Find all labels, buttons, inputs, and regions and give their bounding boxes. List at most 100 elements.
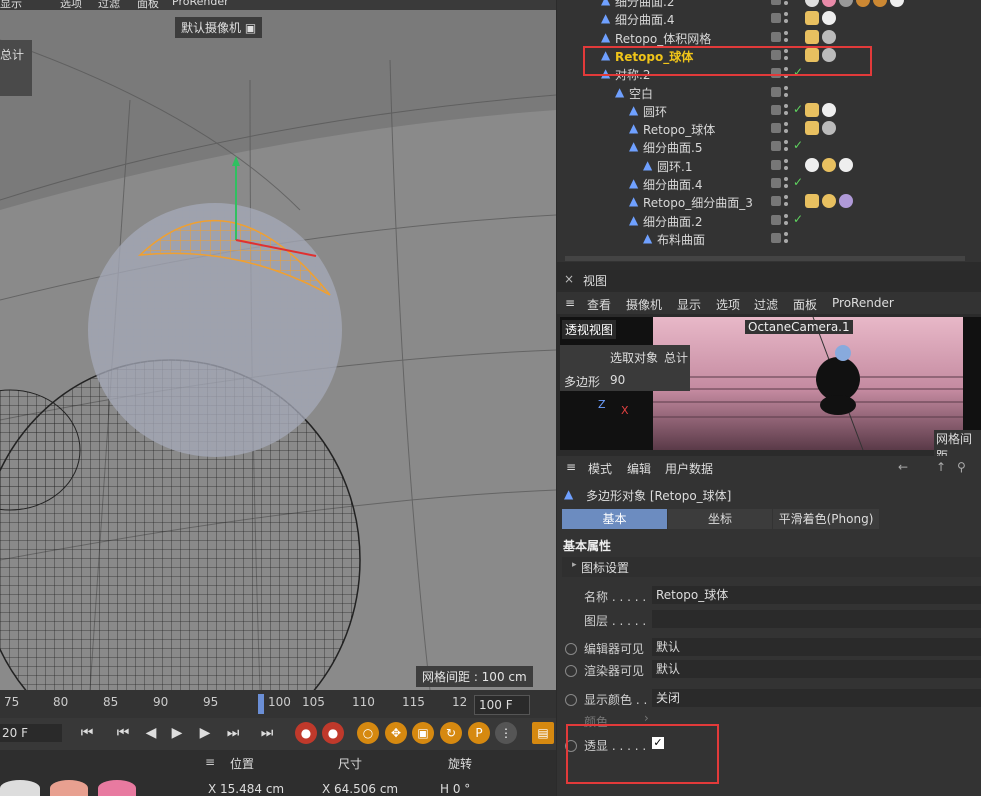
tag-icon[interactable] xyxy=(873,0,887,7)
editor-dot[interactable] xyxy=(784,12,788,17)
visibility-toggle[interactable] xyxy=(771,232,781,243)
menu-edit[interactable]: 编辑 xyxy=(627,460,651,477)
visibility-toggle[interactable] xyxy=(771,13,781,24)
visibility-toggle[interactable] xyxy=(771,178,781,188)
render-vis-radio[interactable] xyxy=(565,665,577,677)
horizontal-scrollbar[interactable] xyxy=(565,256,965,261)
visibility-toggle[interactable] xyxy=(771,104,781,115)
render-dot[interactable] xyxy=(784,220,788,225)
editor-vis-select[interactable]: 默认 xyxy=(652,638,981,656)
keyframe-icon[interactable]: ○ xyxy=(357,722,379,744)
tag-icon[interactable] xyxy=(822,0,836,7)
record-icon[interactable]: ● xyxy=(295,722,317,744)
name-field[interactable]: Retopo_球体 xyxy=(652,586,981,604)
object-name[interactable]: 布料曲面 xyxy=(657,231,705,248)
menu-prorender[interactable]: ProRender xyxy=(172,0,229,8)
tag-icon[interactable] xyxy=(822,29,836,44)
goto-start-icon[interactable]: ⏮ xyxy=(76,722,98,744)
editor-dot[interactable] xyxy=(784,177,788,181)
grid-key-icon[interactable]: ⋮ xyxy=(495,722,517,744)
object-name[interactable]: 细分曲面.2 xyxy=(643,213,702,230)
display-color-radio[interactable] xyxy=(565,694,577,706)
visibility-toggle[interactable] xyxy=(771,159,781,170)
tag-icon[interactable] xyxy=(805,11,819,26)
menu-icon[interactable]: ≡ xyxy=(565,296,575,310)
object-row[interactable]: ▲ 细分曲面.2 xyxy=(557,0,981,10)
visibility-toggle[interactable] xyxy=(771,141,781,152)
menu-camera[interactable]: 摄像机 xyxy=(626,296,662,313)
editor-dot[interactable] xyxy=(784,103,788,108)
tab-basic[interactable]: 基本 xyxy=(562,509,667,529)
search-icon[interactable]: ⚲ xyxy=(957,460,966,474)
object-name[interactable]: 空白 xyxy=(629,85,653,102)
object-row[interactable]: ▲ Retopo_细分曲面_3 xyxy=(557,193,981,211)
tag-icon[interactable] xyxy=(839,194,853,209)
menu-options[interactable]: 选项 xyxy=(60,0,82,10)
editor-dot[interactable] xyxy=(784,30,788,35)
object-row[interactable]: ▲ Retopo_体积网格 xyxy=(557,29,981,47)
object-row[interactable]: ▲ 细分曲面.4 xyxy=(557,10,981,28)
goto-end-icon[interactable]: ⏭ xyxy=(256,722,278,744)
start-frame-field[interactable]: 20 F xyxy=(0,724,62,742)
tag-icon[interactable] xyxy=(805,29,819,44)
playhead[interactable] xyxy=(258,694,264,714)
material-ball-icon[interactable] xyxy=(50,780,88,796)
octane-camera-label[interactable]: OctaneCamera.1 xyxy=(745,320,853,334)
tag-icon[interactable] xyxy=(822,11,836,26)
prev-frame-icon[interactable]: ◀ xyxy=(140,722,162,744)
object-row[interactable]: ▲ Retopo_球体 xyxy=(557,120,981,138)
rotate-key-icon[interactable]: ↻ xyxy=(440,722,462,744)
render-dot[interactable] xyxy=(784,238,788,243)
film-icon[interactable]: ▤ xyxy=(532,722,554,744)
menu-icon[interactable]: ≡ xyxy=(205,755,215,769)
render-dot[interactable] xyxy=(784,37,788,42)
render-dot[interactable] xyxy=(784,129,788,134)
menu-userdata[interactable]: 用户数据 xyxy=(665,460,713,477)
timeline-ruler[interactable]: 75 80 85 90 95 100 105 110 115 12 xyxy=(0,690,556,718)
next-frame-icon[interactable]: ▶ xyxy=(194,722,216,744)
object-name[interactable]: 细分曲面.4 xyxy=(643,176,702,193)
object-name[interactable]: 细分曲面.4 xyxy=(615,11,674,28)
param-key-icon[interactable]: P xyxy=(468,722,490,744)
enabled-check-icon[interactable]: ✓ xyxy=(793,138,803,152)
enabled-check-icon[interactable]: ✓ xyxy=(793,102,803,116)
menu-options[interactable]: 选项 xyxy=(716,296,740,313)
object-name[interactable]: 细分曲面.2 xyxy=(615,0,674,10)
visibility-toggle[interactable] xyxy=(771,214,781,225)
position-x-field[interactable]: X 15.484 cm xyxy=(208,782,284,796)
tag-icon[interactable] xyxy=(805,194,819,209)
back-arrow-icon[interactable]: ← xyxy=(898,460,908,474)
tag-icon[interactable] xyxy=(839,0,853,7)
editor-dot[interactable] xyxy=(784,140,788,145)
viewport-3d[interactable] xyxy=(0,0,556,690)
visibility-toggle[interactable] xyxy=(771,86,781,97)
editor-dot[interactable] xyxy=(784,195,788,200)
play-icon[interactable]: ▶ xyxy=(166,722,188,744)
visibility-toggle[interactable] xyxy=(771,123,781,134)
tag-icon[interactable] xyxy=(805,102,819,117)
render-dot[interactable] xyxy=(784,92,788,97)
expand-arrow-icon[interactable]: › xyxy=(644,711,649,725)
enabled-check-icon[interactable]: ✓ xyxy=(793,212,803,226)
material-ball-icon[interactable] xyxy=(98,780,136,796)
menu-panel[interactable]: 面板 xyxy=(793,296,817,313)
render-dot[interactable] xyxy=(784,147,788,152)
tab-phong[interactable]: 平滑着色(Phong) xyxy=(773,509,879,529)
editor-dot[interactable] xyxy=(784,85,788,90)
menu-mode[interactable]: 模式 xyxy=(588,460,612,477)
camera-label[interactable]: 默认摄像机 ▣ xyxy=(175,17,263,38)
display-color-select[interactable]: 关闭 xyxy=(652,689,981,707)
object-row[interactable]: ▲ 布料曲面 xyxy=(557,230,981,248)
up-arrow-icon[interactable]: ↑ xyxy=(936,460,946,474)
menu-display[interactable]: 显示 xyxy=(677,296,701,313)
tab-coordinates[interactable]: 坐标 xyxy=(668,509,772,529)
editor-vis-radio[interactable] xyxy=(565,643,577,655)
tag-icon[interactable] xyxy=(856,0,870,7)
material-ball-icon[interactable] xyxy=(0,780,40,796)
object-name[interactable]: Retopo_球体 xyxy=(643,121,715,138)
close-icon[interactable]: × xyxy=(564,272,574,286)
tag-icon[interactable] xyxy=(805,121,819,136)
menu-panel[interactable]: 面板 xyxy=(137,0,159,10)
tag-icon[interactable] xyxy=(822,121,836,136)
menu-display[interactable]: 显示 xyxy=(0,0,22,10)
